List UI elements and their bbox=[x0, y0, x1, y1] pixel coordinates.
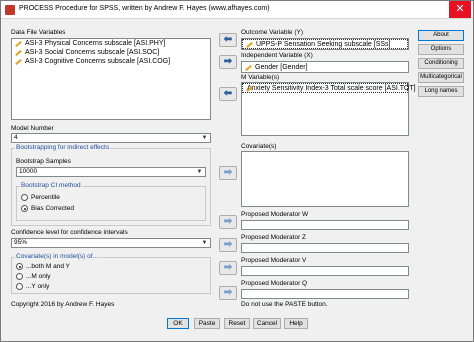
moderator-q-field[interactable] bbox=[241, 289, 409, 299]
arrow-right-icon: ➡ bbox=[223, 56, 233, 67]
moderator-z-field[interactable] bbox=[241, 243, 409, 253]
radio-selected-icon bbox=[21, 205, 28, 212]
long-names-button[interactable]: Long names bbox=[418, 86, 464, 97]
move-independent-button[interactable]: ➡ bbox=[219, 55, 237, 69]
scale-variable-icon bbox=[244, 64, 253, 71]
moderator-w-label: Proposed Moderator W bbox=[241, 211, 309, 218]
paste-note: Do not use the PASTE button. bbox=[241, 301, 328, 308]
scale-variable-icon bbox=[14, 58, 23, 65]
chevron-down-icon: ▼ bbox=[196, 169, 203, 175]
help-button[interactable]: Help bbox=[284, 318, 308, 329]
bias-corrected-radio[interactable]: Bias Corrected bbox=[21, 205, 74, 212]
percentile-label: Percentile bbox=[31, 194, 60, 201]
both-m-and-y-radio[interactable]: ...both M and Y bbox=[16, 263, 70, 270]
bootstrap-samples-label: Bootstrap Samples bbox=[16, 158, 71, 165]
options-button[interactable]: Options bbox=[418, 44, 464, 55]
move-covariate-button[interactable]: ➡ bbox=[219, 166, 237, 180]
radio-selected-icon bbox=[16, 263, 23, 270]
copyright-text: Copyright 2016 by Andrew F. Hayes bbox=[11, 301, 115, 308]
scale-variable-icon bbox=[14, 49, 23, 56]
arrow-right-icon: ➡ bbox=[223, 216, 233, 227]
m-only-radio[interactable]: ...M only bbox=[16, 273, 51, 280]
about-button[interactable]: About bbox=[418, 30, 464, 41]
independent-field[interactable]: Gender [Gender] bbox=[241, 61, 409, 73]
chevron-down-icon: ▼ bbox=[201, 135, 208, 141]
independent-label: Independent Variable (X) bbox=[241, 52, 313, 59]
arrow-right-icon: ➡ bbox=[223, 262, 233, 273]
confidence-value: 95% bbox=[14, 239, 28, 246]
mediators-list[interactable]: Anxiety Sensitivity Index-3 Total scale … bbox=[241, 82, 416, 136]
radio-circle-icon bbox=[21, 194, 28, 201]
m-only-label: ...M only bbox=[26, 273, 51, 280]
outcome-field[interactable]: UPPS-P Sensation Seeking subscale [SSs] bbox=[241, 38, 409, 50]
independent-item[interactable]: Gender [Gender] bbox=[242, 62, 408, 72]
covariates-label: Covariate(s) bbox=[241, 143, 277, 150]
moderator-q-label: Proposed Moderator Q bbox=[241, 280, 308, 287]
variable-item-asi-cog[interactable]: ASI-3 Cognitive Concerns subscale [ASI.C… bbox=[12, 57, 210, 66]
variable-label: ASI-3 Social Concerns subscale [ASI.SOC] bbox=[25, 49, 160, 56]
outcome-item[interactable]: UPPS-P Sensation Seeking subscale [SSs] bbox=[242, 39, 408, 49]
bootstrap-ci-group bbox=[16, 186, 206, 221]
ok-button[interactable]: OK bbox=[167, 318, 189, 329]
variable-item-asi-phy[interactable]: ASI-3 Physical Concerns subscale [ASI.PH… bbox=[12, 39, 210, 48]
move-moderator-v-button[interactable]: ➡ bbox=[219, 261, 237, 275]
independent-value: Gender [Gender] bbox=[255, 63, 308, 71]
arrow-right-icon: ➡ bbox=[223, 167, 233, 178]
y-only-radio[interactable]: ...Y only bbox=[16, 283, 49, 290]
covariate-models-title: Covariate(s) in model(s) of... bbox=[15, 253, 99, 260]
data-file-variables-label: Data File Variables bbox=[11, 29, 66, 36]
mediator-value: Anxiety Sensitivity Index-3 Total scale … bbox=[247, 84, 416, 92]
scale-variable-icon bbox=[245, 41, 254, 48]
multicategorical-button[interactable]: Multicategorical bbox=[418, 72, 464, 83]
arrow-right-icon: ➡ bbox=[223, 239, 233, 250]
radio-circle-icon bbox=[16, 273, 23, 280]
arrow-left-icon: ⬅ bbox=[223, 88, 233, 99]
bias-corrected-label: Bias Corrected bbox=[31, 205, 74, 212]
window-title: PROCESS Procedure for SPSS, written by A… bbox=[19, 5, 270, 12]
paste-button[interactable]: Paste bbox=[194, 318, 220, 329]
moderator-z-label: Proposed Moderator Z bbox=[241, 234, 307, 241]
confidence-select[interactable]: 95% ▼ bbox=[11, 238, 211, 248]
data-file-variables-list[interactable]: ASI-3 Physical Concerns subscale [ASI.PH… bbox=[11, 38, 211, 120]
bootstrap-samples-value: 10000 bbox=[19, 168, 38, 175]
confidence-label: Confidence level for confidence interval… bbox=[11, 229, 128, 236]
move-moderator-q-button[interactable]: ➡ bbox=[219, 286, 237, 300]
cancel-button[interactable]: Cancel bbox=[253, 318, 281, 329]
move-mediator-button[interactable]: ⬅ bbox=[219, 87, 237, 101]
close-button[interactable]: ✕ bbox=[449, 1, 471, 18]
scale-variable-icon bbox=[14, 40, 23, 47]
bootstrapping-title: Bootstrapping for indirect effects bbox=[15, 144, 111, 151]
covariates-list[interactable] bbox=[241, 151, 409, 207]
both-m-and-y-label: ...both M and Y bbox=[26, 263, 70, 270]
move-moderator-z-button[interactable]: ➡ bbox=[219, 238, 237, 252]
move-moderator-w-button[interactable]: ➡ bbox=[219, 215, 237, 229]
model-number-select[interactable]: 4 ▼ bbox=[11, 133, 211, 143]
move-outcome-button[interactable]: ⬅ bbox=[219, 33, 237, 47]
spss-app-icon bbox=[5, 5, 15, 15]
variable-label: ASI-3 Cognitive Concerns subscale [ASI.C… bbox=[25, 58, 171, 65]
outcome-value: UPPS-P Sensation Seeking subscale [SSs] bbox=[256, 40, 391, 48]
chevron-down-icon: ▼ bbox=[201, 240, 208, 246]
title-bar: PROCESS Procedure for SPSS, written by A… bbox=[1, 1, 473, 19]
mediators-label: M Variable(s) bbox=[241, 74, 280, 81]
arrow-right-icon: ➡ bbox=[223, 287, 233, 298]
process-dialog: PROCESS Procedure for SPSS, written by A… bbox=[0, 0, 474, 342]
mediator-item[interactable]: Anxiety Sensitivity Index-3 Total scale … bbox=[242, 83, 416, 93]
moderator-v-field[interactable] bbox=[241, 266, 409, 276]
outcome-label: Outcome Variable (Y) bbox=[241, 29, 304, 36]
bootstrap-ci-title: Bootstrap CI method bbox=[20, 182, 82, 189]
bootstrap-samples-select[interactable]: 10000 ▼ bbox=[16, 167, 206, 177]
reset-button[interactable]: Reset bbox=[224, 318, 250, 329]
percentile-radio[interactable]: Percentile bbox=[21, 194, 60, 201]
y-only-label: ...Y only bbox=[26, 283, 50, 290]
variable-item-asi-soc[interactable]: ASI-3 Social Concerns subscale [ASI.SOC] bbox=[12, 48, 210, 57]
arrow-left-icon: ⬅ bbox=[223, 34, 233, 45]
model-number-label: Model Number bbox=[11, 125, 54, 132]
conditioning-button[interactable]: Conditioning bbox=[418, 58, 464, 69]
model-number-value: 4 bbox=[14, 134, 18, 141]
moderator-w-field[interactable] bbox=[241, 220, 409, 230]
variable-label: ASI-3 Physical Concerns subscale [ASI.PH… bbox=[25, 40, 166, 47]
radio-circle-icon bbox=[16, 283, 23, 290]
moderator-v-label: Proposed Moderator V bbox=[241, 257, 307, 264]
